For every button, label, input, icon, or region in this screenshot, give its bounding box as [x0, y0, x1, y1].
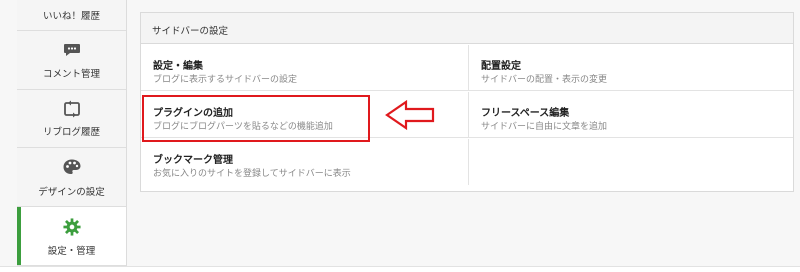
sidebar-item-reblog-history[interactable]: リブログ履歴 — [17, 90, 126, 148]
sidebar-item-settings[interactable]: 設定・管理 — [17, 207, 126, 266]
free-space-edit-link[interactable]: フリースペース編集 サイドバーに自由に文章を追加 — [469, 92, 793, 138]
sidebar-item-likes-history[interactable]: いいね！履歴 — [17, 0, 126, 31]
sidebar-item-label: リブログ履歴 — [42, 127, 100, 138]
sidebar-item-label: コメント管理 — [42, 69, 100, 80]
item-title: フリースペース編集 — [481, 108, 570, 119]
item-description: ブログに表示するサイドバーの設定 — [153, 75, 298, 85]
sidebar-item-comments[interactable]: コメント管理 — [17, 31, 126, 90]
highlight-box — [142, 95, 370, 142]
panel-header: サイドバーの設定 — [141, 13, 793, 44]
sidebar-nav: いいね！履歴 コメント管理 リブログ履歴 デザインの設定 設定・管理 — [17, 0, 127, 272]
sidebar-item-design[interactable]: デザインの設定 — [17, 148, 126, 207]
arrow-left-icon — [385, 99, 435, 131]
settings-edit-link[interactable]: 設定・編集 ブログに表示するサイドバーの設定 — [141, 45, 469, 91]
item-description: お気に入りのサイトを登録してサイドバーに表示 — [153, 169, 351, 179]
placement-settings-link[interactable]: 配置設定 サイドバーの配置・表示の変更 — [469, 45, 793, 91]
panel-title: サイドバーの設定 — [152, 26, 229, 37]
sidebar-item-label: デザインの設定 — [38, 187, 105, 198]
item-title: 設定・編集 — [153, 61, 203, 72]
item-title: ブックマーク管理 — [153, 155, 233, 166]
palette-icon — [62, 158, 82, 176]
sidebar-item-label: いいね！履歴 — [42, 11, 100, 22]
empty-cell — [469, 139, 793, 185]
comment-icon — [62, 41, 82, 59]
item-description: サイドバーに自由に文章を追加 — [481, 122, 608, 132]
sidebar-item-label: 設定・管理 — [47, 246, 96, 257]
item-description: サイドバーの配置・表示の変更 — [481, 75, 608, 85]
bookmark-manage-link[interactable]: ブックマーク管理 お気に入りのサイトを登録してサイドバーに表示 — [141, 139, 469, 185]
item-title: 配置設定 — [481, 61, 521, 72]
bottom-divider — [0, 266, 800, 272]
gear-icon — [62, 218, 82, 236]
left-column: いいね！履歴 コメント管理 リブログ履歴 デザインの設定 設定・管理 — [0, 0, 127, 272]
reblog-icon — [62, 100, 82, 118]
